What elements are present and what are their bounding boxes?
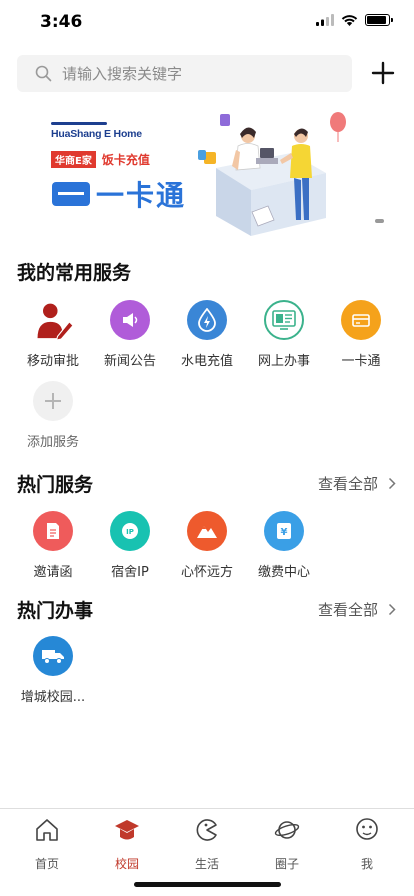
planet-icon xyxy=(274,821,300,839)
service-invitation[interactable]: 邀请函 xyxy=(14,511,92,580)
home-indicator xyxy=(134,882,281,887)
tab-me[interactable]: 我 xyxy=(334,817,400,872)
tab-label: 生活 xyxy=(194,857,219,871)
service-mobile-approval[interactable]: 移动审批 xyxy=(14,300,92,369)
carousel-indicator xyxy=(375,219,384,223)
service-label: 心怀远方 xyxy=(180,565,233,580)
status-bar: 3:46 xyxy=(0,0,414,44)
service-aspiration[interactable]: 心怀远方 xyxy=(168,511,246,580)
service-payment-center[interactable]: ¥ 缴费中心 xyxy=(245,511,323,580)
view-all-label: 查看全部 xyxy=(317,601,378,619)
campus-icon xyxy=(115,820,139,840)
banner-tag: 华商E家 饭卡充值 xyxy=(51,151,150,168)
chevron-right-icon xyxy=(388,603,396,616)
invitation-icon xyxy=(33,511,73,551)
battery-icon xyxy=(365,14,393,26)
service-label: 增城校园... xyxy=(20,690,86,705)
banner-carousel[interactable]: HuaShang E Home 华商E家 饭卡充值 一卡通 xyxy=(0,102,414,242)
service-label: 缴费中心 xyxy=(257,565,310,580)
user-edit-icon xyxy=(33,300,73,341)
service-label: 宿舍IP xyxy=(111,565,149,580)
plus-icon xyxy=(33,381,73,421)
card-icon xyxy=(341,300,381,340)
svg-text:¥: ¥ xyxy=(281,527,288,538)
yen-icon: ¥ xyxy=(264,511,304,551)
tab-home[interactable]: 首页 xyxy=(14,817,80,872)
truck-icon xyxy=(33,636,73,676)
mountain-icon xyxy=(187,511,227,551)
service-label: 邀请函 xyxy=(33,565,73,580)
service-label: 添加服务 xyxy=(26,435,79,450)
hot-affairs-title: 热门办事 xyxy=(17,600,94,622)
add-service-button[interactable]: 添加服务 xyxy=(14,381,92,450)
affair-zengcheng-campus[interactable]: 增城校园... xyxy=(14,636,92,705)
hot-services-view-all[interactable]: 查看全部 xyxy=(318,473,396,494)
service-dorm-ip[interactable]: IP 宿舍IP xyxy=(91,511,169,580)
tab-label: 校园 xyxy=(114,857,139,871)
wifi-icon xyxy=(341,15,358,26)
tab-label: 首页 xyxy=(34,857,59,871)
tab-circle[interactable]: 圈子 xyxy=(254,817,320,872)
service-label: 移动审批 xyxy=(26,354,79,369)
banner-title-text: 一卡通 xyxy=(96,179,187,212)
hot-affairs-view-all[interactable]: 查看全部 xyxy=(318,599,396,620)
search-placeholder: 请输入搜索关键字 xyxy=(62,65,183,83)
service-label: 新闻公告 xyxy=(103,354,156,369)
tab-life[interactable]: 生活 xyxy=(174,817,240,872)
service-campus-card[interactable]: 一卡通 xyxy=(322,300,400,369)
home-icon xyxy=(36,819,58,841)
ip-icon: IP xyxy=(110,511,150,551)
hot-services-title: 热门服务 xyxy=(17,474,94,496)
banner-title: 一卡通 xyxy=(52,174,186,214)
service-utility-recharge[interactable]: 水电充值 xyxy=(168,300,246,369)
life-icon xyxy=(196,819,217,841)
service-label: 水电充值 xyxy=(180,354,233,369)
tab-label: 圈子 xyxy=(274,857,299,871)
online-office-icon xyxy=(264,300,304,340)
service-label: 一卡通 xyxy=(341,354,381,369)
common-services-title: 我的常用服务 xyxy=(17,262,132,284)
banner-tag-text: 饭卡充值 xyxy=(101,153,150,167)
banner-illustration xyxy=(198,112,346,236)
add-button[interactable] xyxy=(370,60,396,86)
service-news[interactable]: 新闻公告 xyxy=(91,300,169,369)
search-icon xyxy=(35,65,52,82)
megaphone-icon xyxy=(110,300,150,340)
banner-tag-box: 华商E家 xyxy=(51,151,96,168)
service-label: 网上办事 xyxy=(257,354,310,369)
view-all-label: 查看全部 xyxy=(317,475,378,493)
service-online-affairs[interactable]: 网上办事 xyxy=(245,300,323,369)
water-bolt-icon xyxy=(187,300,227,340)
svg-text:IP: IP xyxy=(126,528,134,536)
status-time: 3:46 xyxy=(40,12,83,32)
tab-label: 我 xyxy=(360,857,373,871)
search-input[interactable]: 请输入搜索关键字 xyxy=(17,55,352,92)
chevron-right-icon xyxy=(388,477,396,490)
face-icon xyxy=(356,818,378,840)
card-icon xyxy=(52,182,90,206)
banner-logo: HuaShang E Home xyxy=(51,122,142,140)
status-icons xyxy=(316,14,393,26)
tab-campus[interactable]: 校园 xyxy=(94,817,160,872)
signal-icon xyxy=(316,14,334,26)
